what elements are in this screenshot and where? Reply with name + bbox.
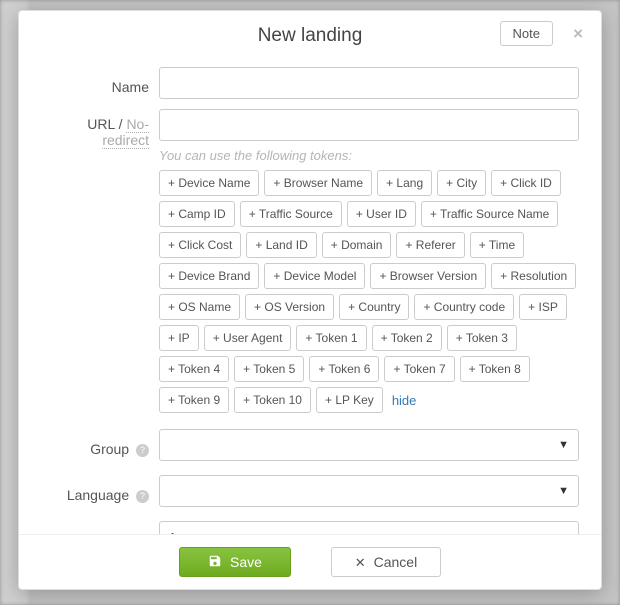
token-button[interactable]: + Traffic Source Name — [421, 201, 559, 227]
token-button[interactable]: + Token 1 — [296, 325, 366, 351]
token-button[interactable]: + Click Cost — [159, 232, 241, 258]
token-button[interactable]: + ISP — [519, 294, 567, 320]
token-button[interactable]: + LP Key — [316, 387, 383, 413]
group-select[interactable] — [159, 429, 579, 461]
token-button[interactable]: + OS Version — [245, 294, 334, 320]
modal-body: Name URL / No-redirect You can use the f… — [19, 61, 601, 534]
tokens-container: + Device Name+ Browser Name+ Lang+ City+… — [159, 170, 579, 413]
note-button[interactable]: Note — [500, 21, 553, 46]
token-button[interactable]: + Traffic Source — [240, 201, 342, 227]
token-button[interactable]: + Land ID — [246, 232, 316, 258]
token-button[interactable]: + Country code — [414, 294, 514, 320]
row-group: Group ? ▼ — [41, 423, 579, 461]
token-button[interactable]: + User ID — [347, 201, 416, 227]
token-button[interactable]: + OS Name — [159, 294, 240, 320]
modal-title: New landing — [258, 25, 363, 46]
token-button[interactable]: + Resolution — [491, 263, 576, 289]
token-button[interactable]: + Token 6 — [309, 356, 379, 382]
token-button[interactable]: + User Agent — [204, 325, 292, 351]
token-button[interactable]: + IP — [159, 325, 199, 351]
token-button[interactable]: + Country — [339, 294, 409, 320]
cancel-button-label: Cancel — [374, 554, 418, 570]
token-button[interactable]: + Token 9 — [159, 387, 229, 413]
token-button[interactable]: + City — [437, 170, 486, 196]
row-url: URL / No-redirect You can use the follow… — [41, 103, 579, 413]
token-button[interactable]: + Camp ID — [159, 201, 235, 227]
url-input[interactable] — [159, 109, 579, 141]
row-offers: Offers ? — [41, 515, 579, 534]
name-input[interactable] — [159, 67, 579, 99]
token-button[interactable]: + Token 10 — [234, 387, 311, 413]
close-icon[interactable]: × — [573, 25, 583, 42]
close-icon: ✕ — [355, 556, 366, 569]
help-icon[interactable]: ? — [136, 490, 149, 503]
label-name: Name — [41, 72, 159, 95]
token-button[interactable]: + Browser Version — [370, 263, 486, 289]
tokens-hint: You can use the following tokens: — [159, 141, 579, 170]
offers-input[interactable] — [159, 521, 579, 534]
label-offers: Offers ? — [41, 526, 159, 535]
token-button[interactable]: + Device Brand — [159, 263, 259, 289]
label-group-text: Group — [90, 441, 129, 457]
modal-header: New landing Note × — [19, 11, 601, 61]
row-language: Language ? ▼ — [41, 469, 579, 507]
help-icon[interactable]: ? — [136, 444, 149, 457]
token-button[interactable]: + Lang — [377, 170, 432, 196]
save-icon — [208, 554, 222, 570]
token-button[interactable]: + Domain — [322, 232, 392, 258]
label-language: Language ? — [41, 480, 159, 503]
token-button[interactable]: + Click ID — [491, 170, 561, 196]
cancel-button[interactable]: ✕ Cancel — [331, 547, 441, 577]
token-button[interactable]: + Token 5 — [234, 356, 304, 382]
token-button[interactable]: + Device Name — [159, 170, 259, 196]
token-button[interactable]: + Time — [470, 232, 524, 258]
save-button-label: Save — [230, 554, 262, 570]
token-button[interactable]: + Device Model — [264, 263, 365, 289]
token-button[interactable]: + Token 3 — [447, 325, 517, 351]
language-select[interactable] — [159, 475, 579, 507]
token-button[interactable]: + Token 8 — [460, 356, 530, 382]
token-button[interactable]: + Referer — [396, 232, 464, 258]
save-button[interactable]: Save — [179, 547, 291, 577]
token-button[interactable]: + Token 7 — [384, 356, 454, 382]
label-url: URL / No-redirect — [41, 109, 159, 148]
label-url-prefix: URL / — [87, 116, 126, 132]
modal-footer: Save ✕ Cancel — [19, 534, 601, 589]
label-language-text: Language — [67, 487, 129, 503]
token-button[interactable]: + Token 4 — [159, 356, 229, 382]
token-button[interactable]: + Token 2 — [372, 325, 442, 351]
row-name: Name — [41, 61, 579, 99]
label-group: Group ? — [41, 434, 159, 457]
hide-tokens-link[interactable]: hide — [388, 390, 421, 411]
new-landing-modal: New landing Note × Name URL / No-redirec… — [18, 10, 602, 590]
token-button[interactable]: + Browser Name — [264, 170, 372, 196]
